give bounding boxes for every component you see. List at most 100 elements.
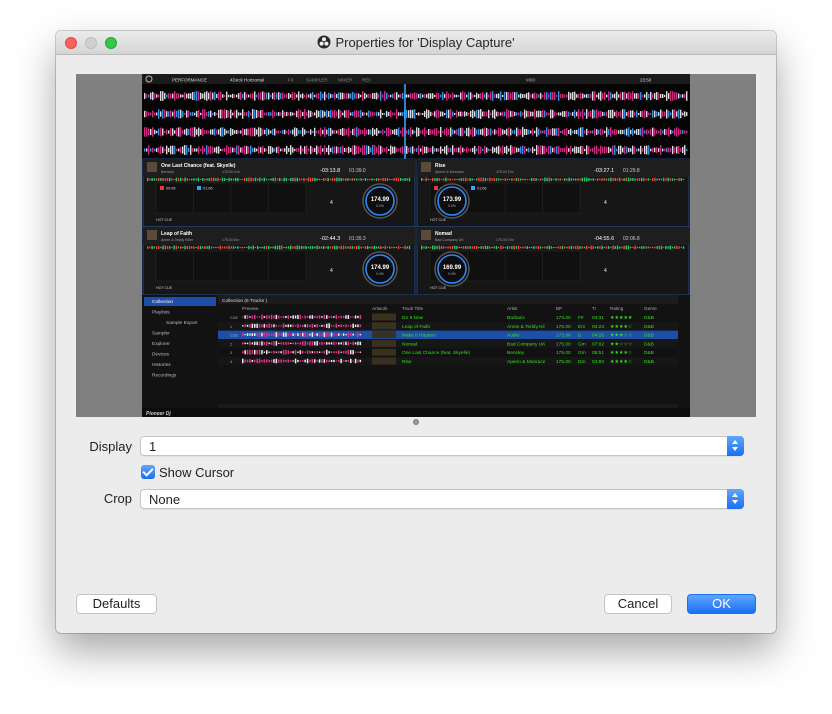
row-preview-bar	[256, 323, 258, 328]
waveform-bar	[162, 146, 164, 154]
waveform-bar	[278, 112, 280, 116]
waveform-bar	[230, 94, 232, 98]
deck-overview-bar	[294, 246, 296, 249]
waveform-bar	[408, 129, 410, 135]
crop-select-arrows-icon[interactable]	[727, 489, 744, 509]
deck-overview-bar	[180, 246, 182, 249]
show-cursor-checkbox[interactable]	[141, 465, 155, 479]
deck-overview-bar	[342, 245, 345, 250]
waveform-bar	[274, 128, 276, 136]
waveform-bar	[614, 111, 616, 117]
waveform-bar	[146, 127, 148, 137]
deck-overview-bar	[575, 178, 577, 181]
row-preview-bar	[306, 332, 309, 337]
waveform-bar	[342, 112, 344, 116]
waveform-bar	[278, 92, 280, 100]
deck-overview-bar	[432, 245, 434, 250]
waveform-bar	[618, 94, 620, 98]
waveform-bar	[290, 130, 292, 134]
deck-overview-bar	[436, 177, 438, 182]
title-bar[interactable]: Properties for 'Display Capture'	[56, 31, 776, 55]
waveform-bar	[458, 128, 460, 136]
row-preview-bar	[258, 341, 261, 346]
waveform-bar	[430, 148, 432, 152]
waveform-bar	[162, 128, 164, 136]
waveform-bar	[582, 145, 584, 155]
waveform-bar	[400, 147, 402, 153]
waveform-bar	[612, 94, 614, 98]
deck-overview-bar	[676, 178, 678, 181]
deck-overview-bar	[625, 177, 627, 182]
deck-bpm-key: 175.00 Gm	[496, 238, 514, 242]
deck-overview-bar	[621, 178, 623, 181]
waveform-bar	[578, 128, 580, 136]
waveform-bar	[390, 128, 392, 136]
row-preview-bar	[242, 358, 244, 364]
defaults-button[interactable]: Defaults	[76, 594, 157, 614]
deck-artist: Annie & Teddy Killer	[161, 238, 194, 242]
deck-overview-bar	[478, 177, 480, 182]
waveform-bar	[460, 127, 462, 137]
deck-overview-bar	[382, 177, 384, 182]
deck-overview-bar	[162, 177, 164, 182]
deck-overview-bar	[252, 178, 254, 181]
show-cursor-row[interactable]: Show Cursor	[141, 465, 234, 480]
deck-artist: Aperio & Monrace	[435, 170, 464, 174]
deck-overview-bar	[658, 245, 660, 250]
waveform-bar	[364, 127, 366, 137]
deck-overview-bar	[674, 178, 676, 181]
deck-overview-bar	[614, 177, 616, 182]
waveform-bar	[444, 129, 446, 135]
deck-overview-bar	[421, 245, 423, 250]
row-preview-bar	[275, 358, 278, 364]
row-preview-bar	[246, 333, 249, 337]
waveform-bar	[312, 112, 314, 116]
waveform-bar	[286, 145, 288, 155]
row-preview-bar	[306, 342, 309, 345]
waveform-bar	[308, 130, 310, 134]
waveform-bar	[622, 129, 624, 135]
deck-overview-bar	[386, 177, 389, 182]
waveform-bar	[374, 145, 376, 155]
deck-overview-bar	[517, 177, 520, 182]
waveform-bar	[450, 94, 452, 98]
row-preview-bar	[350, 342, 352, 345]
deck-overview-bar	[544, 177, 546, 182]
display-select[interactable]: 1	[140, 436, 744, 456]
row-preview-bar	[254, 323, 256, 328]
waveform-bar	[390, 94, 392, 98]
waveform-bar	[236, 94, 238, 98]
deck-overview-bar	[199, 245, 202, 250]
row-preview-bar	[340, 342, 342, 345]
waveform-bar	[608, 128, 610, 136]
ok-button[interactable]: OK	[687, 594, 756, 614]
waveform-bar	[550, 91, 552, 101]
waveform-bar	[554, 147, 556, 153]
waveform-bar	[632, 91, 634, 101]
preview-resize-handle[interactable]	[413, 419, 419, 425]
row-preview-bar	[282, 359, 285, 363]
waveform-bar	[486, 128, 488, 136]
browser-hscroll[interactable]	[218, 404, 678, 408]
waveform-bar	[322, 148, 324, 152]
row-preview-bar	[275, 341, 278, 346]
waveform-bar	[454, 130, 456, 134]
waveform-bar	[518, 112, 520, 116]
waveform-bar	[684, 111, 686, 117]
waveform-bar	[470, 148, 472, 152]
waveform-bar	[674, 147, 676, 153]
waveform-bar	[530, 94, 532, 98]
waveform-bar	[576, 94, 578, 98]
dj-footer	[142, 408, 690, 417]
waveform-bar	[366, 129, 368, 135]
waveform-bar	[300, 130, 302, 134]
crop-select[interactable]: None	[140, 489, 744, 509]
cancel-button[interactable]: Cancel	[604, 594, 672, 614]
deck-overview-bar	[338, 177, 340, 182]
waveform-bar	[256, 129, 258, 135]
waveform-bar	[426, 146, 428, 154]
row-preview-bar	[302, 316, 304, 318]
waveform-bar	[626, 146, 628, 154]
row-preview-bar	[333, 341, 335, 346]
display-select-arrows-icon[interactable]	[727, 436, 744, 456]
